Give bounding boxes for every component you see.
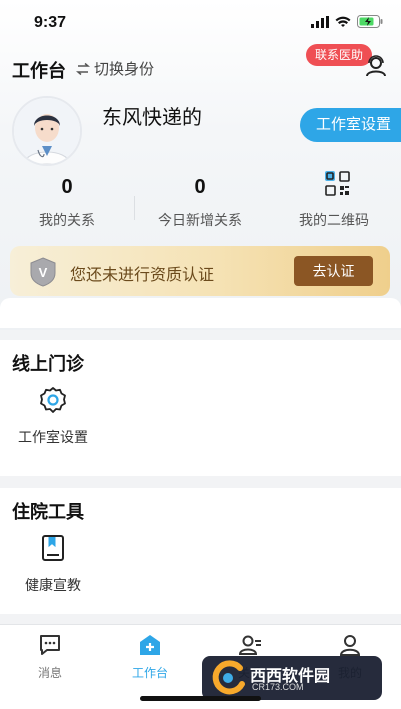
item-label: 工作室设置 xyxy=(18,429,88,445)
health-education-item[interactable]: 健康宣教 xyxy=(8,534,98,595)
status-bar: 9:37 xyxy=(0,0,401,44)
stat-my-relations[interactable]: 0 我的关系 xyxy=(7,176,127,230)
stat-label: 今日新增关系 xyxy=(158,212,242,228)
avatar[interactable] xyxy=(12,96,82,166)
watermark-logo: 西西软件园 CR173.COM xyxy=(202,656,382,700)
watermark-subtitle: CR173.COM xyxy=(252,682,304,692)
contacts-icon xyxy=(238,635,261,655)
watermark-swirl-icon xyxy=(212,660,245,695)
online-clinic-section: 线上门诊 工作室设置 xyxy=(0,340,401,476)
certify-button[interactable]: 去认证 xyxy=(294,256,373,286)
qrcode-icon[interactable] xyxy=(325,171,351,197)
stat-value: 0 xyxy=(194,176,206,198)
section-title: 线上门诊 xyxy=(12,354,84,374)
section-title: 住院工具 xyxy=(12,502,84,522)
switch-identity-label: 切换身份 xyxy=(94,61,155,78)
status-icons xyxy=(311,15,383,28)
verified-badge-icon: V xyxy=(30,257,56,287)
tab-messages[interactable]: 消息 xyxy=(10,633,90,681)
inpatient-tools-section: 住院工具 健康宣教 xyxy=(0,488,401,614)
certification-message: 您还未进行资质认证 xyxy=(70,267,215,284)
wifi-icon xyxy=(335,16,351,27)
content-top-card xyxy=(0,298,401,328)
verified-badge: V xyxy=(28,257,58,287)
swap-icon xyxy=(76,62,90,75)
studio-settings-button[interactable]: 工作室设置 xyxy=(300,108,401,142)
tab-label: 消息 xyxy=(37,666,62,680)
signal-icon xyxy=(311,15,329,28)
tab-workbench[interactable]: 工作台 xyxy=(110,633,190,681)
contact-assistant-badge[interactable]: 联系医助 xyxy=(306,44,373,66)
user-name: 东风快递的 xyxy=(102,107,202,129)
studio-settings-item[interactable]: 工作室设置 xyxy=(8,386,98,447)
message-icon xyxy=(40,635,60,655)
switch-identity-button[interactable]: 切换身份 xyxy=(76,58,154,79)
tab-label: 工作台 xyxy=(131,666,168,680)
divider xyxy=(134,196,135,220)
stat-new-relations-today[interactable]: 0 今日新增关系 xyxy=(140,176,260,230)
workbench-icon xyxy=(140,635,160,655)
page-title: 工作台 xyxy=(12,61,66,81)
status-time: 9:37 xyxy=(34,14,67,31)
battery-icon xyxy=(357,15,383,28)
item-label: 健康宣教 xyxy=(25,577,81,593)
gear-icon xyxy=(40,387,66,413)
certification-banner: V 您还未进行资质认证 去认证 xyxy=(10,246,390,296)
customer-service-icon[interactable] xyxy=(364,54,388,78)
verified-badge-letter: V xyxy=(39,265,48,280)
stat-value: 0 xyxy=(61,176,73,198)
stat-label: 我的关系 xyxy=(39,212,95,228)
stat-label: 我的二维码 xyxy=(299,212,369,228)
bookmark-book-icon xyxy=(42,535,64,561)
doctor-avatar-icon xyxy=(14,98,80,164)
profile-icon xyxy=(339,635,361,656)
home-indicator xyxy=(140,696,261,701)
